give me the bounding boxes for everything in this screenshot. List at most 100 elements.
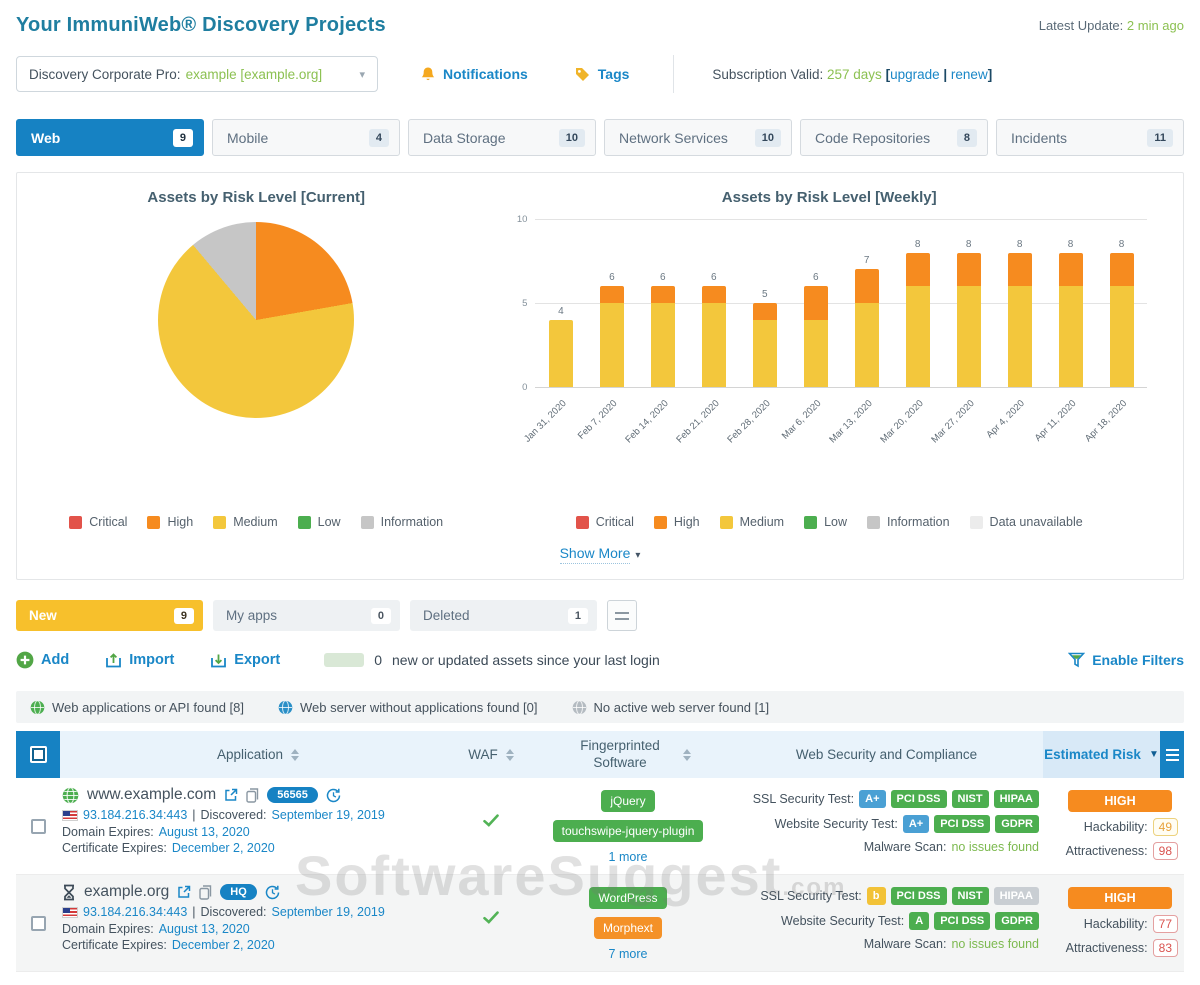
software-tag-morphext[interactable]: Morphext bbox=[593, 917, 663, 939]
compliance-badge-pci-dss: PCI DSS bbox=[934, 912, 991, 930]
attractiveness-label: Attractiveness: bbox=[1065, 844, 1148, 858]
tab-code-repositories[interactable]: Code Repositories 8 bbox=[800, 119, 988, 156]
tab-incidents[interactable]: Incidents 11 bbox=[996, 119, 1184, 156]
export-label: Export bbox=[234, 652, 281, 668]
table-header: Application WAF Fingerprinted Software W… bbox=[16, 731, 1184, 778]
row-checkbox[interactable] bbox=[30, 915, 46, 931]
waf-cell bbox=[456, 883, 526, 963]
x-axis-label: Apr 4, 2020 bbox=[985, 388, 1045, 454]
ip-address: 93.184.216.34:443 bbox=[83, 808, 188, 822]
risk-badge: HIGH bbox=[1068, 887, 1172, 909]
software-tag-wordpress[interactable]: WordPress bbox=[589, 887, 667, 909]
assets-table: Application WAF Fingerprinted Software W… bbox=[16, 731, 1184, 972]
history-icon[interactable] bbox=[265, 885, 280, 900]
copy-icon[interactable] bbox=[199, 884, 212, 900]
ssl-security-label: SSL Security Test: bbox=[752, 792, 855, 806]
legend-swatch-icon bbox=[147, 515, 161, 529]
column-header-security[interactable]: Web Security and Compliance bbox=[730, 731, 1043, 778]
project-select-label: Discovery Corporate Pro: bbox=[29, 66, 181, 82]
subtab-deleted[interactable]: Deleted 1 bbox=[410, 600, 597, 631]
select-all-checkbox[interactable] bbox=[16, 731, 60, 778]
tab-label: Incidents bbox=[1011, 129, 1068, 146]
external-link-icon[interactable] bbox=[224, 788, 238, 802]
legend-item-high: High bbox=[147, 515, 193, 529]
compliance-badge-a: A+ bbox=[859, 790, 886, 808]
risk-header-label: Estimated Risk bbox=[1044, 747, 1141, 762]
external-link-icon[interactable] bbox=[177, 885, 191, 899]
column-header-waf[interactable]: WAF bbox=[456, 731, 526, 778]
application-title-line: www.example.com 56565 bbox=[62, 786, 456, 804]
updates-count: 0 bbox=[374, 652, 383, 668]
show-more-link[interactable]: Show More ▾ bbox=[27, 545, 1173, 564]
malware-scan-result: no issues found bbox=[951, 937, 1039, 951]
enable-filters-button[interactable]: Enable Filters bbox=[1068, 652, 1184, 668]
tab-count-badge: 10 bbox=[558, 128, 585, 147]
software-tag-jquery[interactable]: jQuery bbox=[601, 790, 655, 812]
import-button[interactable]: Import bbox=[105, 652, 174, 669]
compliance-badge-gdpr: GDPR bbox=[995, 815, 1039, 833]
sort-icon bbox=[683, 748, 691, 761]
add-button[interactable]: Add bbox=[16, 651, 69, 669]
upgrade-link[interactable]: upgrade bbox=[890, 67, 940, 82]
legend-swatch-icon bbox=[867, 515, 881, 529]
bar-apr-11-2020: 8 bbox=[1045, 239, 1096, 387]
more-software-link[interactable]: 7 more bbox=[609, 947, 648, 961]
legend-item-medium: Medium bbox=[719, 515, 784, 529]
legend-item-high: High bbox=[653, 515, 700, 529]
bar-apr-4-2020: 8 bbox=[994, 239, 1045, 387]
history-icon[interactable] bbox=[326, 788, 341, 803]
compliance-badge-b: b bbox=[866, 887, 886, 905]
plus-circle-icon bbox=[16, 651, 34, 669]
legend-swatch-icon bbox=[69, 515, 83, 529]
bar-segment-high bbox=[905, 252, 930, 287]
filter-chip-no-active-web-server-found[interactable]: No active web server found [1] bbox=[572, 700, 769, 715]
x-axis-label: Feb 28, 2020 bbox=[725, 388, 790, 454]
y-axis-tick: 0 bbox=[522, 382, 528, 393]
certificate-expires-label: Certificate Expires: bbox=[62, 938, 167, 952]
legend-swatch-icon bbox=[969, 515, 983, 529]
filter-chip-web-server-without-applications-found[interactable]: Web server without applications found [0… bbox=[278, 700, 538, 715]
legend-swatch-icon bbox=[297, 515, 311, 529]
subtab-label: Deleted bbox=[423, 608, 470, 623]
malware-scan-label: Malware Scan: bbox=[863, 937, 947, 951]
legend-label: Data unavailable bbox=[989, 515, 1083, 529]
project-select[interactable]: Discovery Corporate Pro: example [exampl… bbox=[16, 56, 378, 92]
column-header-software[interactable]: Fingerprinted Software bbox=[526, 731, 730, 778]
y-axis-tick: 10 bbox=[516, 214, 528, 225]
copy-icon[interactable] bbox=[246, 787, 259, 803]
port-badge: HQ bbox=[220, 884, 257, 900]
application-name: example.org bbox=[84, 883, 170, 900]
filter-chip-label: Web server without applications found [0… bbox=[300, 699, 538, 715]
tab-mobile[interactable]: Mobile 4 bbox=[212, 119, 400, 156]
more-software-link[interactable]: 1 more bbox=[609, 850, 648, 864]
bar-segment-high bbox=[1007, 252, 1032, 287]
malware-scan-line: Malware Scan: no issues found bbox=[864, 840, 1039, 854]
filter-chip-web-applications-or-api-found[interactable]: Web applications or API found [8] bbox=[30, 700, 244, 715]
tab-label: Mobile bbox=[227, 129, 269, 146]
renew-link[interactable]: renew bbox=[951, 67, 988, 82]
legend-label: Low bbox=[824, 515, 848, 529]
subtab-new[interactable]: New 9 bbox=[16, 600, 203, 631]
subtab-my-apps[interactable]: My apps 0 bbox=[213, 600, 400, 631]
compliance-badge-pci-dss: PCI DSS bbox=[890, 790, 947, 808]
tab-count-badge: 8 bbox=[956, 128, 977, 147]
tab-network-services[interactable]: Network Services 10 bbox=[604, 119, 792, 156]
malware-scan-label: Malware Scan: bbox=[863, 840, 947, 854]
notifications-button[interactable]: Notifications bbox=[420, 66, 528, 83]
list-view-toggle-button[interactable] bbox=[607, 600, 637, 631]
subtab-count-badge: 9 bbox=[173, 607, 194, 624]
risk-badge: HIGH bbox=[1068, 790, 1172, 812]
software-tag-touchswipe-jquery-plugin[interactable]: touchswipe-jquery-plugin bbox=[552, 820, 704, 842]
bar-segment-medium bbox=[650, 303, 675, 387]
bar-total-label: 4 bbox=[558, 305, 564, 317]
export-button[interactable]: Export bbox=[210, 652, 280, 669]
column-header-application[interactable]: Application bbox=[60, 731, 456, 778]
risk-bar-chart: 0 5 10 4 6 6 6 5 6 7 8 8 8 8 8 Jan 31, 2020 Feb 7, 2020 F… bbox=[517, 214, 1147, 454]
column-header-risk[interactable]: Estimated Risk ▼ bbox=[1043, 731, 1160, 778]
tab-web[interactable]: Web 9 bbox=[16, 119, 204, 156]
tab-label: Data Storage bbox=[423, 129, 506, 146]
table-menu-button[interactable] bbox=[1160, 731, 1184, 778]
tags-button[interactable]: Tags bbox=[574, 66, 629, 83]
tab-data-storage[interactable]: Data Storage 10 bbox=[408, 119, 596, 156]
row-checkbox[interactable] bbox=[30, 818, 46, 834]
